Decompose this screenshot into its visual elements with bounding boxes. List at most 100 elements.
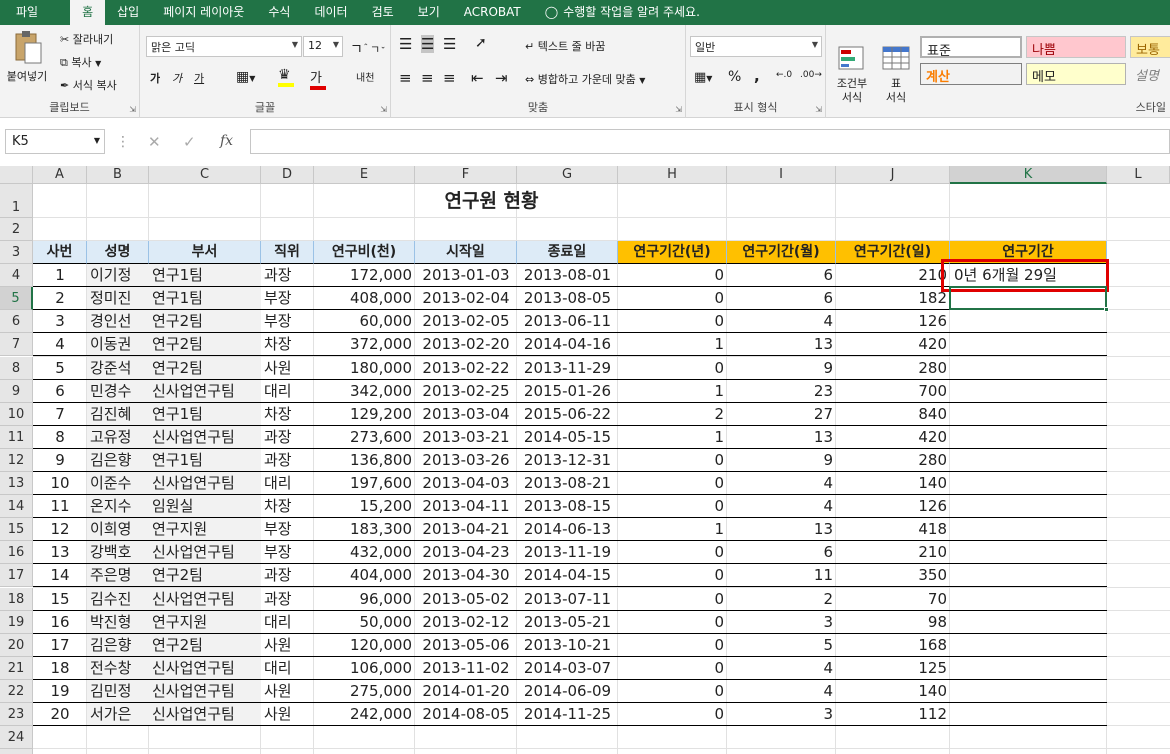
- table-cell[interactable]: 1: [618, 518, 727, 542]
- underline-button[interactable]: 가: [194, 70, 204, 86]
- table-cell[interactable]: 408,000: [314, 287, 415, 311]
- table-cell[interactable]: 4: [727, 310, 836, 334]
- table-cell[interactable]: 420: [836, 426, 950, 449]
- table-cell[interactable]: 0: [618, 541, 727, 565]
- row-header-12[interactable]: 12: [0, 448, 33, 472]
- table-cell[interactable]: 신사업연구팀: [149, 379, 261, 403]
- table-cell[interactable]: 6: [33, 380, 87, 403]
- row-header-6[interactable]: 6: [0, 310, 33, 334]
- style-neutral[interactable]: 보통: [1130, 36, 1170, 58]
- select-all-corner[interactable]: [0, 166, 33, 184]
- table-cell[interactable]: 임원실: [149, 495, 261, 519]
- table-cell[interactable]: 172,000: [314, 264, 415, 288]
- table-cell[interactable]: 11: [727, 564, 836, 588]
- table-cell[interactable]: 2013-02-05: [415, 310, 517, 334]
- cut-button[interactable]: ✂ 잘라내기: [60, 31, 113, 47]
- table-cell[interactable]: 0: [618, 588, 727, 611]
- alignment-launcher-icon[interactable]: ⇲: [675, 105, 682, 114]
- table-cell[interactable]: 2015-06-22: [517, 403, 618, 426]
- table-cell[interactable]: 418: [836, 518, 950, 542]
- column-header-j[interactable]: J: [836, 166, 950, 184]
- wrap-text-button[interactable]: ↵ 텍스트 줄 바꿈: [525, 38, 605, 54]
- table-cell[interactable]: 4: [727, 680, 836, 703]
- table-cell[interactable]: 2013-03-21: [415, 426, 517, 449]
- table-cell[interactable]: 차장: [261, 333, 314, 357]
- table-cell[interactable]: 신사업연구팀: [149, 587, 261, 611]
- table-cell[interactable]: 2013-04-23: [415, 541, 517, 565]
- table-cell[interactable]: 신사업연구팀: [149, 541, 261, 565]
- table-cell[interactable]: 연구1팀: [149, 402, 261, 426]
- table-cell[interactable]: 2013-08-21: [517, 472, 618, 496]
- table-cell[interactable]: 70: [836, 588, 950, 611]
- tab-insert[interactable]: 삽입: [105, 0, 151, 25]
- table-cell[interactable]: 부장: [261, 310, 314, 334]
- table-cell[interactable]: 2013-02-25: [415, 380, 517, 403]
- table-cell[interactable]: 연구1팀: [149, 264, 261, 288]
- table-cell[interactable]: 2013-01-03: [415, 264, 517, 288]
- shrink-font-button[interactable]: ㄱ⌄: [370, 41, 386, 57]
- style-bad[interactable]: 나쁨: [1026, 36, 1126, 58]
- table-cell[interactable]: 0: [618, 310, 727, 334]
- table-cell[interactable]: 2013-02-20: [415, 333, 517, 357]
- row-header-13[interactable]: 13: [0, 472, 33, 496]
- table-cell[interactable]: 27: [727, 403, 836, 426]
- column-header-l[interactable]: L: [1107, 166, 1170, 184]
- style-explanatory[interactable]: 설명: [1130, 63, 1170, 85]
- table-cell[interactable]: 김진혜: [87, 402, 149, 426]
- table-cell[interactable]: 이동권: [87, 333, 149, 357]
- result-cell[interactable]: [950, 310, 1107, 334]
- result-cell[interactable]: [950, 703, 1107, 727]
- column-header-c[interactable]: C: [149, 166, 261, 184]
- result-cell[interactable]: [950, 426, 1107, 449]
- table-cell[interactable]: 2014-01-20: [415, 680, 517, 703]
- row-header-22[interactable]: 22: [0, 679, 33, 703]
- table-cell[interactable]: 과장: [261, 564, 314, 588]
- table-cell[interactable]: 4: [727, 472, 836, 496]
- column-header-d[interactable]: D: [261, 166, 314, 184]
- table-cell[interactable]: 2014-08-05: [415, 703, 517, 727]
- comma-button[interactable]: ,: [754, 67, 760, 85]
- column-header-e[interactable]: E: [314, 166, 415, 184]
- table-cell[interactable]: 부장: [261, 287, 314, 311]
- table-cell[interactable]: 126: [836, 310, 950, 334]
- result-cell[interactable]: [950, 333, 1107, 357]
- formula-input[interactable]: [250, 129, 1170, 154]
- tab-data[interactable]: 데이터: [302, 0, 359, 25]
- table-cell[interactable]: 연구1팀: [149, 448, 261, 472]
- row-header-4[interactable]: 4: [0, 264, 33, 288]
- align-left-button[interactable]: ≡: [399, 69, 412, 87]
- row-header-24[interactable]: 24: [0, 726, 33, 750]
- table-cell[interactable]: 2: [727, 588, 836, 611]
- table-cell[interactable]: 14: [33, 564, 87, 588]
- table-cell[interactable]: 부장: [261, 518, 314, 542]
- table-cell[interactable]: 3: [727, 611, 836, 634]
- table-cell[interactable]: 2013-10-21: [517, 634, 618, 657]
- table-cell[interactable]: 120,000: [314, 634, 415, 657]
- table-cell[interactable]: 20: [33, 703, 87, 727]
- row-header-7[interactable]: 7: [0, 333, 33, 357]
- result-cell[interactable]: [950, 449, 1107, 472]
- table-cell[interactable]: 1: [618, 333, 727, 357]
- result-cell[interactable]: [950, 495, 1107, 519]
- table-cell[interactable]: 197,600: [314, 472, 415, 496]
- table-cell[interactable]: 1: [618, 426, 727, 449]
- number-format-select[interactable]: 일반 ▼: [690, 36, 822, 57]
- table-cell[interactable]: 김은향: [87, 448, 149, 472]
- table-cell[interactable]: 0: [618, 287, 727, 311]
- row-header-10[interactable]: 10: [0, 402, 33, 426]
- table-cell[interactable]: 420: [836, 333, 950, 357]
- table-cell[interactable]: 과장: [261, 264, 314, 288]
- enter-icon[interactable]: ✓: [183, 133, 196, 151]
- table-cell[interactable]: 11: [33, 495, 87, 519]
- table-cell[interactable]: 연구2팀: [149, 564, 261, 588]
- table-cell[interactable]: 10: [33, 472, 87, 496]
- name-box[interactable]: K5 ▼: [5, 129, 105, 154]
- active-cell-k5[interactable]: [949, 286, 1107, 311]
- fill-color-button[interactable]: ♛: [278, 67, 294, 87]
- table-cell[interactable]: 840: [836, 403, 950, 426]
- result-cell[interactable]: [950, 380, 1107, 403]
- table-cell[interactable]: 23: [727, 380, 836, 403]
- table-cell[interactable]: 275,000: [314, 680, 415, 703]
- table-cell[interactable]: 2013-04-30: [415, 564, 517, 588]
- table-cell[interactable]: 0: [618, 703, 727, 727]
